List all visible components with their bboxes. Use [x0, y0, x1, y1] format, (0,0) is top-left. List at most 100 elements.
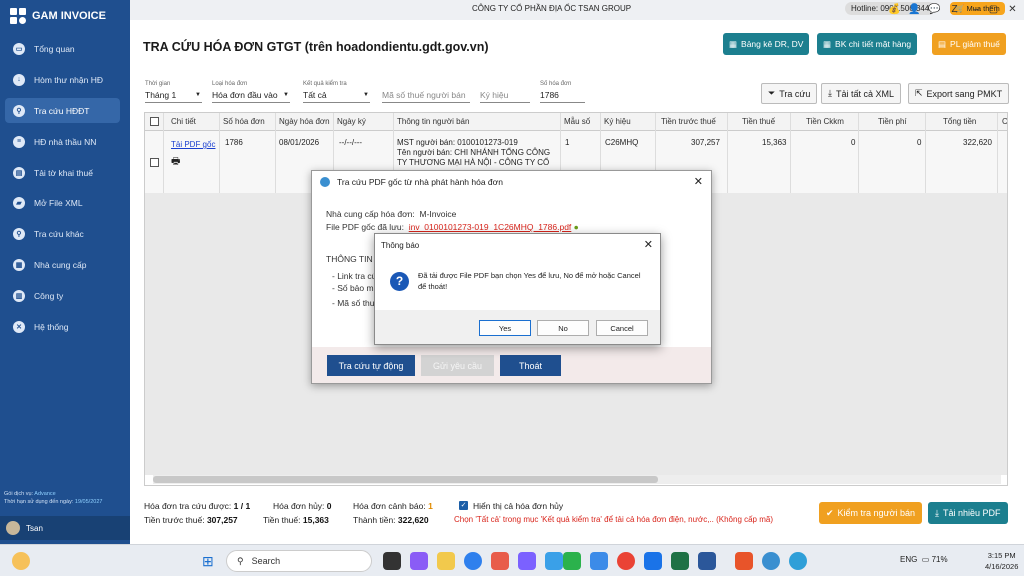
total-stat: Thành tiền: 322,620	[353, 515, 429, 525]
horizontal-scrollbar[interactable]	[153, 475, 1001, 484]
download-icon: ▤	[13, 166, 25, 179]
dialog-message: Đã tải được File PDF bạn chọn Yes để lưu…	[418, 271, 641, 291]
seller-tax-input[interactable]: Mã số thuế người bán	[382, 89, 470, 103]
close-icon[interactable]: ✕	[694, 175, 703, 188]
bang-ke-button[interactable]: ▦ Bảng kê DR, DV	[723, 33, 810, 55]
user-profile[interactable]: Tsan	[0, 516, 130, 540]
sidebar-item-invoice-lookup[interactable]: ⚲ Tra cứu HĐĐT	[5, 98, 120, 123]
sidebar-item-system[interactable]: ✕ Hệ thống	[5, 314, 120, 339]
symbol-input[interactable]: Ký hiệu	[480, 89, 530, 103]
close-icon[interactable]: ✕	[644, 238, 653, 251]
sidebar-item-foreign-contractor[interactable]: ≡ HĐ nhà thầu NN	[5, 129, 120, 154]
minimize-icon[interactable]: –	[970, 3, 983, 16]
weather-icon[interactable]	[12, 552, 30, 570]
app-icon[interactable]	[590, 552, 608, 570]
download-pdf-link[interactable]: Tải PDF gốc	[171, 140, 215, 149]
auto-lookup-button[interactable]: Tra cứu tự động	[327, 355, 415, 376]
send-request-button[interactable]: Gửi yêu cầu	[421, 355, 494, 376]
settings-icon: ✕	[13, 320, 25, 333]
avatar	[6, 521, 20, 535]
folder-icon[interactable]: ●	[574, 222, 579, 232]
show-cancelled-checkbox[interactable]: ✓	[459, 501, 468, 510]
search-icon: ⚲	[13, 227, 25, 240]
chevron-down-icon: ▼	[195, 92, 201, 98]
search-button[interactable]: ⏷ Tra cứu	[761, 83, 818, 104]
download-xml-button[interactable]: ⤓ Tải tất cả XML	[821, 83, 902, 104]
clock[interactable]: 3:15 PM 4/16/2026	[985, 550, 1018, 572]
app-icon[interactable]	[789, 552, 807, 570]
export-button[interactable]: ⇱ Export sang PMKT	[908, 83, 1010, 104]
invoice-number-input[interactable]: 1786	[540, 89, 585, 103]
search-doc-icon: ⚲	[13, 104, 25, 117]
brand: GAM INVOICE	[10, 8, 106, 24]
sidebar-item-open-xml[interactable]: ▰ Mở File XML	[5, 190, 120, 215]
sidebar-item-inbox[interactable]: ↓ Hòm thư nhận HĐ	[5, 67, 120, 92]
chat-icon[interactable]: 💬	[928, 3, 941, 16]
battery-icon: ▭	[921, 555, 930, 564]
maximize-icon[interactable]: ▢	[987, 3, 1000, 16]
file-row: File PDF gốc đã lưu: inv_0100101273-019_…	[326, 222, 579, 232]
close-icon[interactable]: ✕	[1006, 3, 1019, 16]
chevron-down-icon: ▼	[363, 92, 369, 98]
dialog-titlebar: Tra cứu PDF gốc từ nhà phát hành hóa đơn	[312, 171, 711, 193]
pdf-file-link[interactable]: inv_0100101273-019_1C26MHQ_1786.pdf	[409, 222, 572, 232]
info-line: - Mã số thu	[332, 298, 375, 308]
download-icon: ⤓	[935, 507, 939, 518]
excel-icon[interactable]	[671, 552, 689, 570]
chrome-icon[interactable]	[617, 552, 635, 570]
top-bar: CÔNG TY CỔ PHẦN ĐỊA ỐC TSAN GROUP Hotlin…	[130, 0, 1024, 20]
word-icon[interactable]	[698, 552, 716, 570]
exit-button[interactable]: Thoát	[500, 355, 561, 376]
app-icon[interactable]	[491, 552, 509, 570]
cancel-stat: Hóa đơn hủy: 0	[273, 501, 332, 511]
app-icon[interactable]	[644, 552, 662, 570]
check-seller-button[interactable]: ✔ Kiểm tra người bán	[819, 502, 923, 524]
sidebar-item-supplier[interactable]: ▦ Nhà cung cấp	[5, 252, 120, 277]
number-label: Số hóa đơn	[540, 81, 572, 87]
print-icon[interactable]: 🖶	[171, 154, 180, 171]
provider-row: Nhà cung cấp hóa đơn: M-Invoice	[326, 209, 457, 219]
info-line: - Số bảo m	[332, 283, 374, 293]
tax-stat: Tiền thuế: 15,363	[263, 515, 329, 525]
windows-start-icon[interactable]: ⊞	[202, 552, 220, 570]
app-icon[interactable]	[735, 552, 753, 570]
money-bag-icon[interactable]: 💰	[888, 3, 901, 16]
taskbar-search[interactable]: ⚲ Search	[226, 550, 372, 572]
zalo-icon[interactable]: Z	[948, 3, 961, 16]
download-many-pdf-button[interactable]: ⤓ Tải nhiều PDF	[928, 502, 1008, 524]
globe-icon	[320, 177, 330, 187]
yes-button[interactable]: Yes	[479, 320, 531, 336]
user-icon[interactable]: 👤	[908, 3, 921, 16]
company-name: CÔNG TY CỔ PHẦN ĐỊA ỐC TSAN GROUP	[472, 4, 632, 13]
system-tray[interactable]: ENG ▭ 71%	[900, 555, 948, 564]
count-stat: Hóa đơn tra cứu được: 1 / 1	[144, 501, 251, 511]
sidebar-item-other-lookup[interactable]: ⚲ Tra cứu khác	[5, 221, 120, 246]
warn-stat: Hóa đơn cảnh báo: 1	[353, 501, 433, 511]
cancel-button[interactable]: Cancel	[596, 320, 648, 336]
select-all-checkbox[interactable]	[150, 117, 159, 126]
task-view-icon[interactable]	[383, 552, 401, 570]
invoice-type-select[interactable]: Hóa đơn đầu vào ▼	[212, 89, 290, 103]
bk-chi-tiet-button[interactable]: ▦ BK chi tiết mặt hàng	[817, 33, 918, 55]
export-icon: ⇱	[915, 88, 923, 98]
question-icon: ?	[390, 272, 409, 291]
supplier-icon: ▦	[13, 258, 25, 271]
scrollbar-thumb[interactable]	[153, 476, 658, 483]
sidebar-item-tax-declaration[interactable]: ▤ Tải tờ khai thuế	[5, 160, 120, 185]
edge-icon[interactable]	[464, 552, 482, 570]
sidebar-item-overview[interactable]: ▭ Tổng quan	[5, 36, 120, 61]
page-title: TRA CỨU HÓA ĐƠN GTGT (trên hoadondientu.…	[143, 40, 489, 54]
copilot-icon[interactable]	[410, 552, 428, 570]
app-icon[interactable]	[518, 552, 536, 570]
app-icon[interactable]	[545, 552, 563, 570]
pl-giam-thue-button[interactable]: ▤ PL giảm thuế	[932, 33, 1006, 55]
row-checkbox[interactable]	[150, 158, 159, 167]
period-select[interactable]: Tháng 1 ▼	[145, 89, 202, 103]
file-explorer-icon[interactable]	[437, 552, 455, 570]
no-button[interactable]: No	[537, 320, 589, 336]
app-icon[interactable]	[762, 552, 780, 570]
app-icon[interactable]	[563, 552, 581, 570]
pretax-stat: Tiền trước thuế: 307,257	[144, 515, 238, 525]
result-select[interactable]: Tất cả ▼	[303, 89, 370, 103]
sidebar-item-company[interactable]: ▥ Công ty	[5, 283, 120, 308]
